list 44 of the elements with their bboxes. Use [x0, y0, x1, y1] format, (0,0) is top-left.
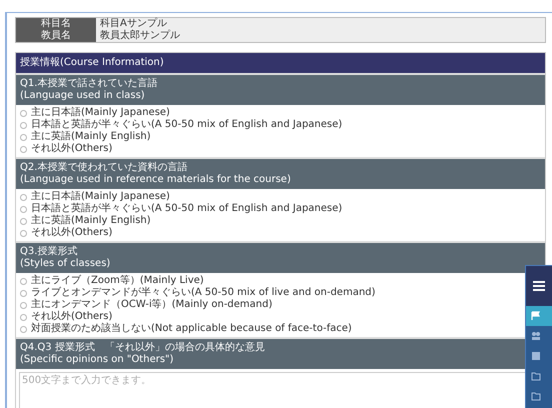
header-label: 科目名: [16, 18, 96, 30]
people-icon: [531, 331, 541, 341]
option-label: それ以外(Others): [31, 143, 112, 155]
question-subtitle: (Specific opinions on "Others"): [20, 354, 174, 366]
question-subtitle: (Language used in class): [20, 90, 145, 102]
option-label: 日本語と英語が半々ぐらい(A 50-50 mix of English and Japanese): [31, 203, 342, 214]
radio-button[interactable]: [20, 218, 27, 224]
option-label: ライブとオンデマンドが半々ぐらい(A 50-50 mix of live and on-demand): [31, 287, 376, 298]
option-label: 主にオンデマンド（OCW-i等）(Mainly on-demand): [31, 299, 272, 310]
radio-button[interactable]: [20, 326, 27, 332]
side-menu-item[interactable]: [526, 306, 552, 326]
radio-button[interactable]: [20, 110, 27, 116]
option-label: 日本語と英語が半々ぐらい(A 50-50 mix of English and Japanese): [31, 119, 342, 130]
radio-button[interactable]: [20, 314, 27, 320]
header-label: 教員名: [16, 30, 96, 42]
question-subtitle: (Styles of classes): [20, 258, 110, 270]
option-label: それ以外(Others): [31, 311, 112, 322]
option-label: 主に英語(Mainly English): [31, 131, 151, 142]
radio-button[interactable]: [20, 290, 27, 296]
option-label: 主に日本語(Mainly Japanese): [31, 107, 170, 118]
radio-button[interactable]: [20, 278, 27, 284]
flag-icon: [531, 311, 541, 321]
radio-button[interactable]: [20, 146, 27, 152]
option-label: それ以外(Others): [31, 227, 112, 239]
header-value: 教員太郎サンプル: [96, 30, 545, 42]
question-subtitle: (Language used in reference materials for the course): [20, 174, 291, 186]
section-title: 授業情報(Course Information): [16, 53, 545, 73]
question-title: Q2.本授業で使われていた資料の言語: [20, 162, 188, 174]
radio-button[interactable]: [20, 194, 27, 200]
square-icon: [531, 351, 541, 361]
radio-button[interactable]: [20, 206, 27, 212]
radio-button[interactable]: [20, 122, 27, 128]
option-label: 主に日本語(Mainly Japanese): [31, 191, 170, 202]
radio-button[interactable]: [20, 230, 27, 236]
radio-button[interactable]: [20, 302, 27, 308]
radio-button[interactable]: [20, 134, 27, 140]
menu-icon[interactable]: [533, 281, 545, 291]
question-title: Q3.授業形式: [20, 246, 78, 258]
question-title: Q4.Q3 授業形式 「それ以外」の場合の具体的な意見: [20, 342, 265, 354]
option-label: 主に英語(Mainly English): [31, 215, 151, 226]
question-title: Q1.本授業で話されていた言語: [20, 78, 158, 90]
header-value: 科目Aサンプル: [96, 18, 545, 30]
option-label: 対面授業のため該当しない(Not applicable because of face-to-face): [31, 323, 352, 335]
option-label: 主にライブ（Zoom等）(Mainly Live): [31, 275, 204, 286]
